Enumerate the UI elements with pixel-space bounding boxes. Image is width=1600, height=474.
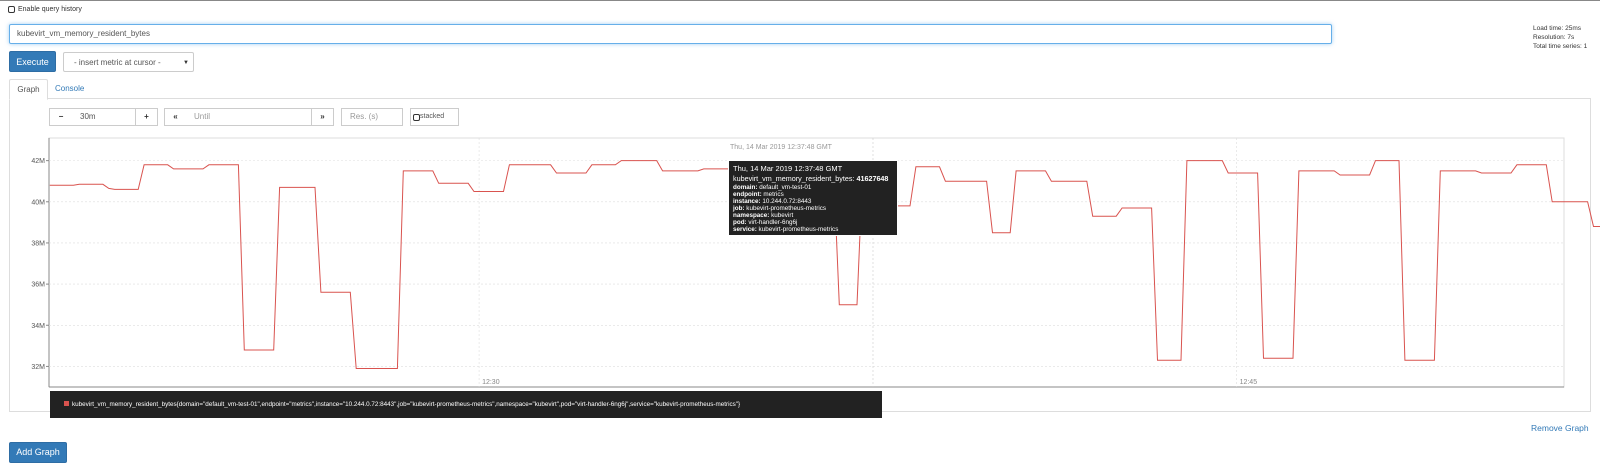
tooltip-label-pod: pod: virt-handler-6ng6j xyxy=(733,219,893,226)
tooltip-label-key: service: xyxy=(733,226,757,233)
tooltip-label-value: default_vm-test-01 xyxy=(757,184,812,191)
tooltip-label-value: kubevirt-prometheus-metrics xyxy=(744,205,827,212)
y-tick-label: 38M xyxy=(31,240,45,247)
tooltip-metric-value: 41627648 xyxy=(856,174,889,183)
x-tick-label: 12:45 xyxy=(1240,379,1258,386)
tooltip-label-key: domain: xyxy=(733,184,758,191)
hover-tooltip: Thu, 14 Mar 2019 12:37:48 GMT kubevirt_v… xyxy=(728,160,898,236)
graph-legend[interactable]: kubevirt_vm_memory_resident_bytes{domain… xyxy=(50,391,882,418)
tooltip-label-value: kubevirt xyxy=(769,212,794,219)
tooltip-metric: kubevirt_vm_memory_resident_bytes: 41627… xyxy=(733,174,893,184)
tooltip-time: Thu, 14 Mar 2019 12:37:48 GMT xyxy=(733,164,843,173)
tooltip-label-domain: domain: default_vm-test-01 xyxy=(733,184,893,191)
x-axis: 12:30 12:45 xyxy=(482,379,1257,386)
y-tick-label: 42M xyxy=(31,158,45,165)
tooltip-labels: domain: default_vm-test-01 endpoint: metr… xyxy=(733,184,893,233)
tooltip-label-value: kubevirt-prometheus-metrics xyxy=(756,226,839,233)
y-tick-label: 40M xyxy=(31,199,45,206)
tooltip-label-value: 10.244.0.72:8443 xyxy=(760,198,812,205)
tooltip-label-key: job: xyxy=(733,205,745,212)
hover-time-label: Thu, 14 Mar 2019 12:37:48 GMT xyxy=(730,144,833,151)
y-tick-label: 36M xyxy=(31,282,45,289)
tooltip-label-service: service: kubevirt-prometheus-metrics xyxy=(733,226,893,233)
y-axis: 42M 40M 38M 36M 34M 32M xyxy=(31,158,49,371)
tooltip-metric-name: kubevirt_vm_memory_resident_bytes: xyxy=(733,174,855,183)
tooltip-label-value: metrics xyxy=(761,191,784,198)
tooltip-label-key: pod: xyxy=(733,219,747,226)
tooltip-label-namespace: namespace: kubevirt xyxy=(733,212,893,219)
tab-graph[interactable]: Graph xyxy=(9,79,48,100)
tooltip-label-instance: instance: 10.244.0.72:8443 xyxy=(733,198,893,205)
y-tick-label: 32M xyxy=(31,364,45,371)
tooltip-label-endpoint: endpoint: metrics xyxy=(733,191,893,198)
tooltip-label-key: endpoint: xyxy=(733,191,762,198)
tooltip-label-key: namespace: xyxy=(733,212,770,219)
remove-graph-link[interactable]: Remove Graph xyxy=(1531,423,1589,433)
x-tick-label: 12:30 xyxy=(482,379,500,386)
tooltip-label-key: instance: xyxy=(733,198,761,205)
tooltip-label-value: virt-handler-6ng6j xyxy=(746,219,798,226)
tooltip-label-job: job: kubevirt-prometheus-metrics xyxy=(733,205,893,212)
legend-series-label: kubevirt_vm_memory_resident_bytes{domain… xyxy=(72,401,741,408)
series-swatch xyxy=(64,400,69,406)
add-graph-button[interactable]: Add Graph xyxy=(9,442,67,463)
y-tick-label: 34M xyxy=(31,323,45,330)
